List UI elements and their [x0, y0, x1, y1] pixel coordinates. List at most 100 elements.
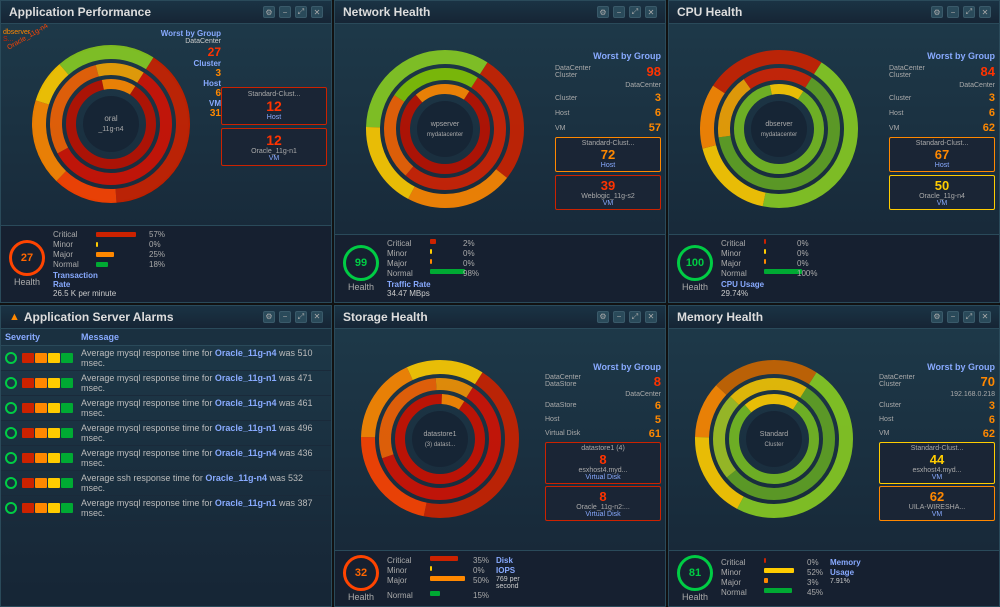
network-controls: ⚙ − ⤢ ✕: [597, 6, 657, 18]
alarms-expand-icon[interactable]: ⤢: [295, 311, 307, 323]
memory-donut: Standard Cluster: [689, 354, 859, 524]
cpu-health-wrapper: 100 Health: [677, 245, 713, 292]
alarm-severity-cell: [1, 495, 77, 520]
storage-close-icon[interactable]: ✕: [645, 311, 657, 323]
memory-chart: Standard Cluster: [669, 329, 879, 551]
severity-bars: [22, 453, 73, 463]
cpu-close-icon[interactable]: ✕: [979, 6, 991, 18]
memory-controls: ⚙ − ⤢ ✕: [931, 311, 991, 323]
memory-minimize-icon[interactable]: −: [947, 311, 959, 323]
memory-stats-detail: Critical 0% Memory Minor 52% Usage Major…: [721, 558, 991, 599]
storage-settings-icon[interactable]: ⚙: [597, 311, 609, 323]
table-row: Average mysql response time for Oracle_1…: [1, 345, 331, 370]
alarms-body: Severity Message: [1, 329, 331, 607]
alarm-message: Average mysql response time for Oracle_1…: [77, 495, 331, 520]
alarm-status-icon: [5, 352, 17, 364]
minimize-icon[interactable]: −: [279, 6, 291, 18]
alarm-severity-cell: [1, 470, 77, 495]
memory-health-header: Memory Health ⚙ − ⤢ ✕: [669, 306, 999, 329]
memory-health-label: Health: [682, 592, 708, 602]
cpu-stats-detail: Critical 0% Minor 0% Major 0% Normal 100…: [721, 239, 991, 298]
svg-text:datastore1: datastore1: [423, 431, 456, 438]
cpu-health-body: dbserver mydatacenter Worst by Group Dat…: [669, 24, 999, 234]
storage-health-title: Storage Health: [343, 310, 428, 324]
storage-stats-detail: Critical 35% Disk Minor 0% IOPS Major 50…: [387, 556, 657, 602]
alarms-minimize-icon[interactable]: −: [279, 311, 291, 323]
cpu-expand-icon[interactable]: ⤢: [963, 6, 975, 18]
alarms-close-icon[interactable]: ✕: [311, 311, 323, 323]
alarm-status-icon: [5, 477, 17, 489]
memory-health-wrapper: 81 Health: [677, 555, 713, 602]
cpu-health-panel: CPU Health ⚙ − ⤢ ✕: [668, 0, 1000, 303]
cpu-controls: ⚙ − ⤢ ✕: [931, 6, 991, 18]
storage-expand-icon[interactable]: ⤢: [629, 311, 641, 323]
settings-icon[interactable]: ⚙: [263, 6, 275, 18]
storage-minimize-icon[interactable]: −: [613, 311, 625, 323]
table-row: Average ssh response time for Oracle_11g…: [1, 470, 331, 495]
memory-stats: 81 Health Critical 0% Memory Minor 52% U…: [669, 550, 999, 606]
alarm-severity-cell: [1, 445, 77, 470]
alarm-message: Average mysql response time for Oracle_1…: [77, 345, 331, 370]
net-expand-icon[interactable]: ⤢: [629, 6, 641, 18]
app-performance-controls: ⚙ − ⤢ ✕: [263, 6, 323, 18]
severity-bars: [22, 353, 73, 363]
app-perf-worst: Standard-Clust... 12 Host 12 Oracle_11g-…: [221, 24, 331, 225]
expand-icon[interactable]: ⤢: [295, 6, 307, 18]
dashboard: Application Performance ⚙ − ⤢ ✕: [0, 0, 1000, 607]
table-row: Average mysql response time for Oracle_1…: [1, 395, 331, 420]
app-health-circle: 27: [9, 240, 45, 276]
svg-text:_11g-n4: _11g-n4: [97, 126, 123, 133]
network-health-title: Network Health: [343, 5, 430, 19]
app-performance-stats: 27 Health Critical 57% Minor 0% Major 25…: [1, 225, 331, 302]
cpu-stats: 100 Health Critical 0% Minor 0% Major 0%…: [669, 234, 999, 302]
close-icon[interactable]: ✕: [311, 6, 323, 18]
alarms-title: Application Server Alarms: [24, 310, 174, 324]
cpu-health-circle: 100: [677, 245, 713, 281]
svg-text:Standard: Standard: [760, 431, 789, 438]
memory-close-icon[interactable]: ✕: [979, 311, 991, 323]
alarms-controls: ⚙ − ⤢ ✕: [263, 311, 323, 323]
cpu-settings-icon[interactable]: ⚙: [931, 6, 943, 18]
table-row: Average mysql response time for Oracle_1…: [1, 420, 331, 445]
net-close-icon[interactable]: ✕: [645, 6, 657, 18]
storage-health-body: datastore1 (3) datast... Worst by Group …: [335, 329, 665, 551]
alarm-severity-cell: [1, 345, 77, 370]
memory-worst: Worst by Group DataCenterCluster 70 192.…: [879, 329, 999, 551]
alarm-message: Average mysql response time for Oracle_1…: [77, 445, 331, 470]
svg-text:dbserver: dbserver: [765, 121, 793, 128]
memory-expand-icon[interactable]: ⤢: [963, 311, 975, 323]
svg-text:mydatacenter: mydatacenter: [761, 132, 797, 138]
alarms-header: ▲ Application Server Alarms ⚙ − ⤢ ✕: [1, 306, 331, 329]
alarm-status-icon: [5, 427, 17, 439]
alarm-severity-cell: [1, 395, 77, 420]
alarms-table: Severity Message: [1, 329, 331, 521]
alarm-message: Average ssh response time for Oracle_11g…: [77, 470, 331, 495]
net-minimize-icon[interactable]: −: [613, 6, 625, 18]
severity-bars: [22, 478, 73, 488]
memory-settings-icon[interactable]: ⚙: [931, 311, 943, 323]
app-performance-chart: oral _11g-n4 dbserver S... Oracle_11g-n4…: [1, 24, 221, 225]
network-worst: Worst by Group DataCenterCluster 98 Data…: [555, 24, 665, 234]
app-performance-header: Application Performance ⚙ − ⤢ ✕: [1, 1, 331, 24]
alarms-panel: ▲ Application Server Alarms ⚙ − ⤢ ✕ Seve…: [0, 305, 332, 607]
app-health-label: Health: [14, 277, 40, 287]
svg-text:(3) datast...: (3) datast...: [425, 442, 456, 448]
cpu-health-label: Health: [682, 282, 708, 292]
storage-controls: ⚙ − ⤢ ✕: [597, 311, 657, 323]
table-row: Average mysql response time for Oracle_1…: [1, 445, 331, 470]
alarm-message: Average mysql response time for Oracle_1…: [77, 420, 331, 445]
cpu-minimize-icon[interactable]: −: [947, 6, 959, 18]
network-chart: wpserver mydatacenter: [335, 24, 555, 234]
cpu-chart: dbserver mydatacenter: [669, 24, 889, 234]
alarms-settings-icon[interactable]: ⚙: [263, 311, 275, 323]
alarm-severity-cell: [1, 420, 77, 445]
net-health-label: Health: [348, 282, 374, 292]
app-perf-right-labels: Worst by Group DataCenter 27 Cluster 3 H…: [161, 29, 221, 119]
net-settings-icon[interactable]: ⚙: [597, 6, 609, 18]
memory-health-panel: Memory Health ⚙ − ⤢ ✕: [668, 305, 1000, 607]
storage-health-panel: Storage Health ⚙ − ⤢ ✕: [334, 305, 666, 607]
network-stats: 99 Health Critical 2% Minor 0% Major 0% …: [335, 234, 665, 302]
cpu-health-title: CPU Health: [677, 5, 742, 19]
alarm-status-icon: [5, 377, 17, 389]
memory-health-circle: 81: [677, 555, 713, 591]
